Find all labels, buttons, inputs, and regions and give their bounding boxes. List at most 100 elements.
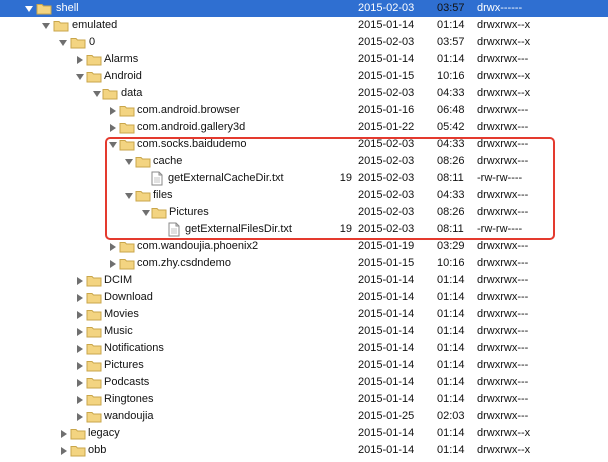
tree-row-label: files bbox=[153, 189, 173, 201]
expand-toggle-icon[interactable] bbox=[93, 91, 101, 97]
tree-row-com-socks-baidudemo[interactable]: com.socks.baidudemo 2015-02-03 04:33 drw… bbox=[0, 136, 608, 153]
expand-toggle-icon[interactable] bbox=[125, 193, 133, 199]
expand-toggle-icon[interactable] bbox=[125, 159, 133, 165]
collapse-toggle-icon[interactable] bbox=[77, 345, 83, 353]
modified-time: 01:14 bbox=[437, 274, 465, 286]
collapse-toggle-icon[interactable] bbox=[110, 243, 116, 251]
tree-row-notifications[interactable]: Notifications 2015-01-14 01:14 drwxrwx--… bbox=[0, 340, 608, 357]
tree-row-cache[interactable]: cache 2015-02-03 08:26 drwxrwx--- bbox=[0, 153, 608, 170]
modified-time: 02:03 bbox=[437, 410, 465, 422]
modified-date: 2015-01-15 bbox=[358, 70, 415, 82]
permissions: -rw-rw---- bbox=[477, 172, 523, 184]
modified-time: 01:14 bbox=[437, 376, 465, 388]
tree-row-com-zhy-csdndemo[interactable]: com.zhy.csdndemo 2015-01-15 10:16 drwxrw… bbox=[0, 255, 608, 272]
folder-icon bbox=[102, 89, 118, 100]
tree-row-com-android-gallery3d[interactable]: com.android.gallery3d 2015-01-22 05:42 d… bbox=[0, 119, 608, 136]
collapse-toggle-icon[interactable] bbox=[77, 396, 83, 404]
tree-row-label: cache bbox=[153, 155, 183, 167]
modified-time: 01:14 bbox=[437, 291, 465, 303]
tree-row-label: 0 bbox=[89, 36, 96, 48]
permissions: drwxrwx--- bbox=[477, 325, 529, 337]
permissions: drwxrwx--- bbox=[477, 240, 529, 252]
folder-icon bbox=[86, 327, 102, 338]
collapse-toggle-icon[interactable] bbox=[77, 362, 83, 370]
modified-time: 01:14 bbox=[437, 308, 465, 320]
tree-row-download[interactable]: Download 2015-01-14 01:14 drwxrwx--- bbox=[0, 289, 608, 306]
collapse-toggle-icon[interactable] bbox=[77, 277, 83, 285]
permissions: drwxrwx--- bbox=[477, 155, 529, 167]
permissions: drwxrwx--x bbox=[477, 36, 531, 48]
tree-row-android[interactable]: Android 2015-01-15 10:16 drwxrwx--x bbox=[0, 68, 608, 85]
modified-date: 2015-01-14 bbox=[358, 19, 415, 31]
tree-row-label: Podcasts bbox=[104, 376, 150, 388]
tree-row-com-wandoujia-phoenix2[interactable]: com.wandoujia.phoenix2 2015-01-19 03:29 … bbox=[0, 238, 608, 255]
folder-icon bbox=[86, 412, 102, 423]
collapse-toggle-icon[interactable] bbox=[77, 56, 83, 64]
modified-date: 2015-02-03 bbox=[358, 172, 415, 184]
modified-date: 2015-01-14 bbox=[358, 274, 415, 286]
tree-row-pictures[interactable]: Pictures 2015-01-14 01:14 drwxrwx--- bbox=[0, 357, 608, 374]
tree-row-obb[interactable]: obb 2015-01-14 01:14 drwxrwx--x bbox=[0, 442, 608, 459]
modified-time: 01:14 bbox=[437, 19, 465, 31]
folder-icon bbox=[70, 38, 86, 49]
tree-row-com-android-browser[interactable]: com.android.browser 2015-01-16 06:48 drw… bbox=[0, 102, 608, 119]
expand-toggle-icon[interactable] bbox=[142, 210, 150, 216]
folder-icon bbox=[53, 21, 69, 32]
collapse-toggle-icon[interactable] bbox=[110, 260, 116, 268]
modified-time: 01:14 bbox=[437, 444, 465, 456]
tree-row-label: Pictures bbox=[169, 206, 209, 218]
collapse-toggle-icon[interactable] bbox=[110, 124, 116, 132]
collapse-toggle-icon[interactable] bbox=[61, 430, 67, 438]
folder-icon bbox=[119, 123, 135, 134]
modified-date: 2015-01-22 bbox=[358, 121, 415, 133]
tree-row-0[interactable]: 0 2015-02-03 03:57 drwxrwx--x bbox=[0, 34, 608, 51]
permissions: drwxrwx--- bbox=[477, 359, 529, 371]
collapse-toggle-icon[interactable] bbox=[77, 379, 83, 387]
permissions: drwxrwx--- bbox=[477, 308, 529, 320]
tree-row-label: com.wandoujia.phoenix2 bbox=[137, 240, 259, 252]
tree-row-pictures-files[interactable]: Pictures 2015-02-03 08:26 drwxrwx--- bbox=[0, 204, 608, 221]
collapse-toggle-icon[interactable] bbox=[77, 294, 83, 302]
tree-row-emulated[interactable]: emulated 2015-01-14 01:14 drwxrwx--x bbox=[0, 17, 608, 34]
modified-time: 08:11 bbox=[437, 223, 464, 235]
collapse-toggle-icon[interactable] bbox=[61, 447, 67, 455]
tree-row-label: com.android.gallery3d bbox=[137, 121, 246, 133]
folder-icon bbox=[70, 429, 86, 440]
expand-toggle-icon[interactable] bbox=[59, 40, 67, 46]
expand-toggle-icon[interactable] bbox=[76, 74, 84, 80]
permissions: drwxrwx--x bbox=[477, 87, 531, 99]
modified-time: 01:14 bbox=[437, 427, 465, 439]
tree-row-label: Download bbox=[104, 291, 153, 303]
permissions: drwxrwx--- bbox=[477, 291, 529, 303]
expand-toggle-icon[interactable] bbox=[25, 6, 33, 12]
tree-row-label: data bbox=[121, 87, 143, 99]
tree-row-podcasts[interactable]: Podcasts 2015-01-14 01:14 drwxrwx--- bbox=[0, 374, 608, 391]
expand-toggle-icon[interactable] bbox=[109, 142, 117, 148]
collapse-toggle-icon[interactable] bbox=[77, 311, 83, 319]
tree-row-ringtones[interactable]: Ringtones 2015-01-14 01:14 drwxrwx--- bbox=[0, 391, 608, 408]
expand-toggle-icon[interactable] bbox=[42, 23, 50, 29]
permissions: drwxrwx--- bbox=[477, 410, 529, 422]
collapse-toggle-icon[interactable] bbox=[77, 328, 83, 336]
permissions: drwxrwx--- bbox=[477, 104, 529, 116]
folder-icon bbox=[119, 242, 135, 253]
modified-time: 04:33 bbox=[437, 87, 465, 99]
tree-row-getexternalcachedir-txt[interactable]: getExternalCacheDir.txt 19 2015-02-03 08… bbox=[0, 170, 608, 187]
tree-row-wandoujia[interactable]: wandoujia 2015-01-25 02:03 drwxrwx--- bbox=[0, 408, 608, 425]
tree-row-shell[interactable]: shell 2015-02-03 03:57 drwx------ bbox=[0, 0, 608, 17]
tree-row-legacy[interactable]: legacy 2015-01-14 01:14 drwxrwx--x bbox=[0, 425, 608, 442]
tree-row-music[interactable]: Music 2015-01-14 01:14 drwxrwx--- bbox=[0, 323, 608, 340]
modified-time: 01:14 bbox=[437, 393, 465, 405]
modified-date: 2015-01-16 bbox=[358, 104, 415, 116]
permissions: drwxrwx--x bbox=[477, 70, 531, 82]
modified-time: 03:57 bbox=[437, 36, 465, 48]
tree-row-alarms[interactable]: Alarms 2015-01-14 01:14 drwxrwx--- bbox=[0, 51, 608, 68]
collapse-toggle-icon[interactable] bbox=[110, 107, 116, 115]
modified-date: 2015-01-19 bbox=[358, 240, 415, 252]
tree-row-files[interactable]: files 2015-02-03 04:33 drwxrwx--- bbox=[0, 187, 608, 204]
collapse-toggle-icon[interactable] bbox=[77, 413, 83, 421]
tree-row-getexternalfilesdir-txt[interactable]: getExternalFilesDir.txt 19 2015-02-03 08… bbox=[0, 221, 608, 238]
tree-row-data[interactable]: data 2015-02-03 04:33 drwxrwx--x bbox=[0, 85, 608, 102]
tree-row-dcim[interactable]: DCIM 2015-01-14 01:14 drwxrwx--- bbox=[0, 272, 608, 289]
tree-row-movies[interactable]: Movies 2015-01-14 01:14 drwxrwx--- bbox=[0, 306, 608, 323]
